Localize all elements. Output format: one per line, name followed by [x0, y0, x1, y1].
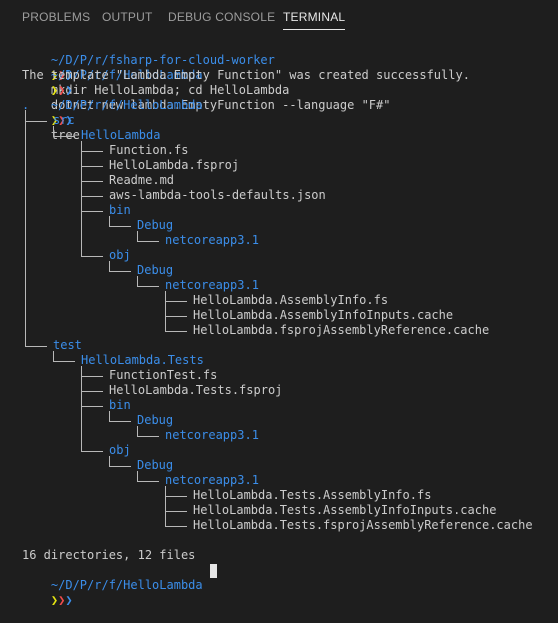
tree-connector	[109, 216, 110, 227]
tree-connector	[81, 181, 103, 182]
tree-connector	[81, 451, 103, 452]
tree-connector	[137, 481, 159, 482]
tree-connector	[81, 166, 82, 182]
tree-directory: netcoreapp3.1	[165, 233, 259, 247]
tree-connector	[109, 456, 110, 467]
tree-file: FunctionTest.fs	[109, 368, 218, 382]
tree-connector	[81, 211, 82, 257]
tree-directory: Debug	[137, 458, 174, 472]
tree-directory: obj	[109, 443, 131, 457]
tree-summary: 16 directories, 12 files	[22, 548, 196, 562]
tree-directory: netcoreapp3.1	[165, 428, 259, 442]
tree-connector	[81, 391, 103, 392]
tree-directory: netcoreapp3.1	[165, 473, 259, 487]
tab-output[interactable]: OUTPUT	[102, 10, 153, 24]
tree-directory: bin	[109, 203, 131, 217]
tree-directory: Debug	[137, 413, 174, 427]
terminal-cursor	[210, 564, 217, 578]
prompt-arrows: ❯❯❯	[50, 593, 73, 607]
tree-connector	[25, 121, 47, 122]
tree-file: aws-lambda-tools-defaults.json	[109, 188, 326, 202]
tree-directory: obj	[109, 248, 131, 262]
tree-connector	[81, 181, 82, 197]
tree-connector	[137, 276, 138, 287]
tree-directory: bin	[109, 398, 131, 412]
tree-file: Function.fs	[109, 143, 189, 157]
tree-directory: netcoreapp3.1	[165, 278, 259, 292]
command-text: tree	[50, 128, 80, 142]
prompt-path: ~/D/P/r/f/HelloLambda	[50, 578, 203, 592]
tree-connector	[165, 316, 187, 317]
tree-connector	[81, 256, 103, 257]
tree-directory: HelloLambda.Tests	[81, 353, 204, 367]
tree-connector	[81, 196, 82, 212]
command-line: ~/D/P/r/fsharp-for-cloud-worker ❯❯❯ mkdi…	[22, 38, 289, 97]
tree-connector	[165, 496, 166, 512]
tree-connector	[165, 301, 187, 302]
command-line: ~/D/P/r/f/HelloLambda ❯❯❯	[22, 563, 203, 607]
tree-connector	[165, 526, 187, 527]
tree-connector	[109, 261, 110, 272]
tree-connector	[81, 376, 82, 392]
tree-file: Readme.md	[109, 173, 175, 187]
command-line: ~/D/P/r/f/HelloLambda ❯❯❯ tree	[22, 83, 203, 142]
tree-connector	[53, 361, 75, 362]
tree-directory: Debug	[137, 263, 174, 277]
tree-file: HelloLambda.Tests.AssemblyInfoInputs.cac…	[193, 503, 497, 517]
tree-connector	[165, 331, 187, 332]
tree-connector	[137, 241, 159, 242]
tree-connector	[109, 226, 131, 227]
tree-connector	[165, 496, 187, 497]
tree-connector	[109, 466, 131, 467]
tree-connector	[137, 426, 138, 437]
tree-file: HelloLambda.AssemblyInfo.fs	[193, 293, 389, 307]
prompt-path: ~/D/P/r/f/HelloLambda	[50, 98, 203, 112]
tab-terminal-label: TERMINAL	[283, 10, 346, 24]
tree-directory: Debug	[137, 218, 174, 232]
tree-directory: test	[53, 338, 82, 352]
tree-connector	[165, 316, 166, 332]
tree-connector	[53, 351, 54, 362]
tree-connector	[81, 166, 103, 167]
tree-connector	[25, 121, 26, 347]
tree-connector	[81, 151, 82, 167]
tree-file: HelloLambda.Tests.AssemblyInfo.fs	[193, 488, 432, 502]
tree-connector	[53, 126, 54, 137]
tree-file: HelloLambda.fsprojAssemblyReference.cach…	[193, 323, 490, 337]
command-output: The template "Lambda Empty Function" was…	[22, 68, 470, 82]
tree-connector	[81, 151, 103, 152]
tree-connector	[81, 391, 82, 407]
tree-connector	[165, 301, 166, 317]
tree-directory: HelloLambda	[81, 128, 161, 142]
tree-connector	[81, 196, 103, 197]
tree-connector	[25, 346, 47, 347]
terminal-output[interactable]: ~/D/P/r/fsharp-for-cloud-worker ❯❯❯ mkdi…	[22, 38, 558, 607]
tree-connector	[165, 511, 187, 512]
active-tab-underline	[283, 29, 346, 30]
tab-debug-console[interactable]: DEBUG CONSOLE	[168, 10, 275, 24]
tree-file: HelloLambda.Tests.fsprojAssemblyReferenc…	[193, 518, 533, 532]
tree-connector	[165, 511, 166, 527]
tree-connector	[137, 286, 159, 287]
tree-connector	[53, 136, 75, 137]
tree-directory: src	[53, 113, 75, 127]
tree-connector	[81, 376, 103, 377]
tree-file: HelloLambda.AssemblyInfoInputs.cache	[193, 308, 454, 322]
tree-file: HelloLambda.Tests.fsproj	[109, 383, 283, 397]
tree-connector	[109, 271, 131, 272]
tree-connector	[137, 231, 138, 242]
tree-connector	[109, 421, 131, 422]
tree-connector	[137, 471, 138, 482]
tree-connector	[81, 211, 103, 212]
tree-connector	[81, 406, 82, 452]
tree-connector	[81, 406, 103, 407]
tree-file: HelloLambda.fsproj	[109, 158, 240, 172]
tab-terminal[interactable]: TERMINAL	[283, 10, 346, 30]
command-line: ~/D/P/r/f/HelloLambda ❯❯❯ dotnet new lam…	[22, 53, 391, 112]
tab-problems[interactable]: PROBLEMS	[22, 10, 90, 24]
panel-tab-bar: PROBLEMS OUTPUT DEBUG CONSOLE TERMINAL	[0, 0, 558, 36]
tree-connector	[137, 436, 159, 437]
tree-connector	[109, 411, 110, 422]
